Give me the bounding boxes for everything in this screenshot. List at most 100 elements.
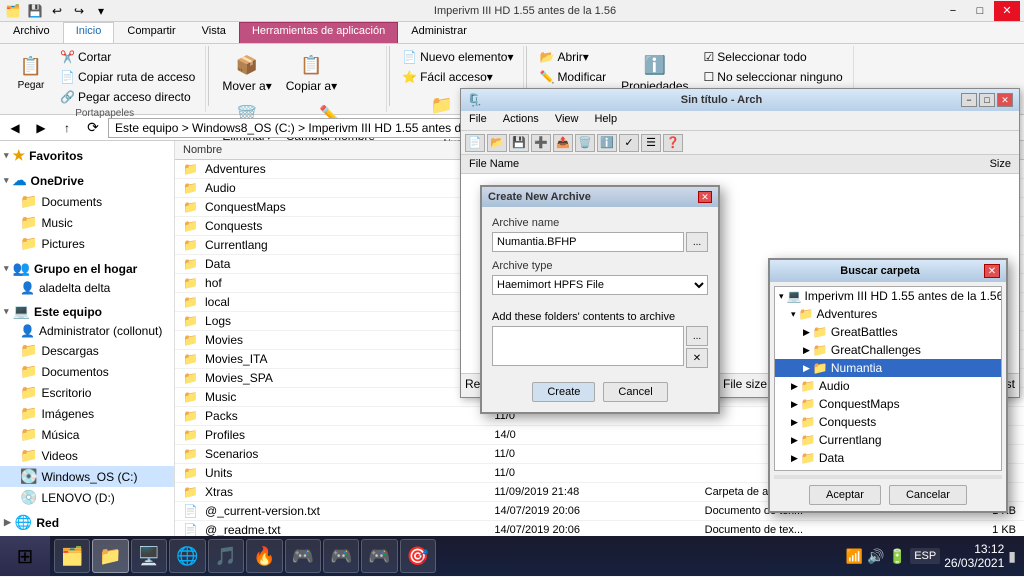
open-button[interactable]: 📂 Abrir▾ [535,48,610,66]
easy-access-button[interactable]: ⭐ Fácil acceso▾ [398,68,497,86]
tab-vista[interactable]: Vista [189,22,239,43]
browse-item-numantia[interactable]: ▶ 📁 Numantia [775,359,1001,377]
browse-item-data[interactable]: ▶ 📁 Data [775,449,1001,467]
move-button[interactable]: 📦 Mover a▾ [217,48,276,96]
arch-menu-file[interactable]: File [461,111,495,130]
tab-herramientas[interactable]: Herramientas de aplicación [239,22,398,43]
arch-close-btn[interactable]: ✕ [997,93,1013,107]
tab-archivo[interactable]: Archivo [0,22,63,43]
folders-content-box[interactable] [492,326,684,366]
sidebar-favorites-header[interactable]: ▾ ★ Favoritos [0,145,174,166]
sidebar-red-header[interactable]: ▶ 🌐 Red [0,512,174,533]
new-item-button[interactable]: 📄 Nuevo elemento▾ [398,48,517,66]
arch-tool-extract[interactable]: 📤 [553,134,573,152]
arch-tool-open[interactable]: 📂 [487,134,507,152]
browse-close-btn[interactable]: ✕ [984,264,1000,278]
sidebar-item-documentos[interactable]: 📁 Documentos [0,361,174,382]
arch-tool-info[interactable]: ℹ️ [597,134,617,152]
browse-item-root[interactable]: ▾ 💻 Imperivm III HD 1.55 antes de la 1.5… [775,287,1001,305]
show-desktop-icon[interactable]: ▮ [1008,548,1016,565]
sidebar-item-pictures[interactable]: 📁 Pictures [0,233,174,254]
sound-icon[interactable]: 🔊 [867,548,884,565]
browse-item-great-battles[interactable]: ▶ 📁 GreatBattles [775,323,1001,341]
arch-tool-save[interactable]: 💾 [509,134,529,152]
copy-button[interactable]: 📋 Copiar a▾ [281,48,342,96]
arch-menu-help[interactable]: Help [586,111,625,130]
select-none-button[interactable]: ☐ No seleccionar ninguno [700,68,847,86]
arch-tool-help[interactable]: ❓ [663,134,683,152]
taskbar-app4[interactable]: 🎯 [400,539,436,573]
taskbar-browser[interactable]: 🌐 [169,539,205,573]
battery-icon[interactable]: 🔋 [889,548,906,565]
forward-button[interactable]: ▶ [30,118,52,138]
paste-access-button[interactable]: 🔗 Pegar acceso directo [56,88,199,106]
redo-quick-btn[interactable]: ↪ [70,2,88,20]
minimize-button[interactable]: − [940,1,966,21]
sidebar-item-escritorio[interactable]: 📁 Escritorio [0,382,174,403]
taskbar-game1[interactable]: 🎮 [285,539,321,573]
copy-path-button[interactable]: 📄 Copiar ruta de acceso [56,68,199,86]
archive-name-browse-btn[interactable]: ... [686,232,708,252]
folders-browse-btn[interactable]: ... [686,326,708,346]
sidebar-onedrive-header[interactable]: ▾ ☁ OneDrive [0,170,174,191]
up-button[interactable]: ↑ [56,118,78,138]
edit-button[interactable]: ✏️ Modificar [535,68,610,86]
cut-button[interactable]: ✂️ Cortar [56,48,199,66]
close-button[interactable]: ✕ [994,1,1020,21]
maximize-button[interactable]: □ [967,1,993,21]
back-button[interactable]: ◀ [4,118,26,138]
qa-dropdown-btn[interactable]: ▾ [92,2,110,20]
network-icon[interactable]: 📶 [846,548,863,565]
browse-ok-btn[interactable]: Aceptar [809,485,881,505]
undo-quick-btn[interactable]: ↩ [48,2,66,20]
lang-indicator[interactable]: ESP [910,548,940,564]
browse-item-great-challenges[interactable]: ▶ 📁 GreatChallenges [775,341,1001,359]
sidebar-item-videos[interactable]: 📁 Videos [0,445,174,466]
taskbar-game2[interactable]: 🎮 [323,539,359,573]
arch-tool-list[interactable]: ☰ [641,134,661,152]
browse-tree[interactable]: ▾ 💻 Imperivm III HD 1.55 antes de la 1.5… [774,286,1002,471]
tab-administrar[interactable]: Administrar [398,22,480,43]
sidebar-item-lenovo[interactable]: 💿 LENOVO (D:) [0,487,174,508]
browse-cancel-btn[interactable]: Cancelar [889,485,967,505]
taskbar-app3[interactable]: 🔥 [246,539,282,573]
sidebar-item-musica[interactable]: 📁 Música [0,424,174,445]
arch-tool-test[interactable]: ✓ [619,134,639,152]
cancel-archive-btn[interactable]: Cancel [603,382,667,402]
browse-item-audio[interactable]: ▶ 📁 Audio [775,377,1001,395]
tab-compartir[interactable]: Compartir [114,22,188,43]
arch-maximize-btn[interactable]: □ [979,93,995,107]
arch-tool-new[interactable]: 📄 [465,134,485,152]
arch-tool-delete[interactable]: 🗑️ [575,134,595,152]
sidebar-item-descargas[interactable]: 📁 Descargas [0,340,174,361]
taskbar-computer[interactable]: 🖥️ [131,539,167,573]
sidebar-grupo-header[interactable]: ▾ 👥 Grupo en el hogar [0,258,174,279]
arch-minimize-btn[interactable]: − [961,93,977,107]
browse-item-conquests[interactable]: ▶ 📁 Conquests [775,413,1001,431]
sidebar-item-administrator[interactable]: 👤 Administrator (collonut) [0,322,174,340]
paste-button[interactable]: 📋 Pegar [10,48,52,95]
arch-menu-view[interactable]: View [547,111,587,130]
sidebar-item-documents[interactable]: 📁 Documents [0,191,174,212]
sidebar-item-music[interactable]: 📁 Music [0,212,174,233]
archive-type-select[interactable]: Haemimort HPFS File [492,275,708,295]
create-btn[interactable]: Create [532,382,595,402]
sidebar-este-equipo-header[interactable]: ▾ 💻 Este equipo [0,301,174,322]
sidebar-item-imagenes[interactable]: 📁 Imágenes [0,403,174,424]
arch-menu-actions[interactable]: Actions [495,111,547,130]
taskbar-game3[interactable]: 🎮 [361,539,397,573]
select-all-button[interactable]: ☑ Seleccionar todo [700,48,847,66]
refresh-button[interactable]: ⟳ [82,118,104,138]
arch-col-name-header[interactable]: File Name [465,157,874,171]
arch-tool-add[interactable]: ➕ [531,134,551,152]
browse-item-conquest-maps[interactable]: ▶ 📁 ConquestMaps [775,395,1001,413]
arch-col-size-header[interactable]: Size [874,157,1016,171]
browse-item-currentlang[interactable]: ▶ 📁 Currentlang [775,431,1001,449]
taskbar-folder-active[interactable]: 📁 [92,539,128,573]
tab-inicio[interactable]: Inicio [63,22,115,43]
sidebar-item-aladelta[interactable]: 👤 aladelta delta [0,279,174,297]
folders-remove-btn[interactable]: ✕ [686,348,708,368]
dialog-close-btn[interactable]: ✕ [698,191,712,203]
save-quick-btn[interactable]: 💾 [26,2,44,20]
sidebar-item-windows-os[interactable]: 💽 Windows_OS (C:) [0,466,174,487]
